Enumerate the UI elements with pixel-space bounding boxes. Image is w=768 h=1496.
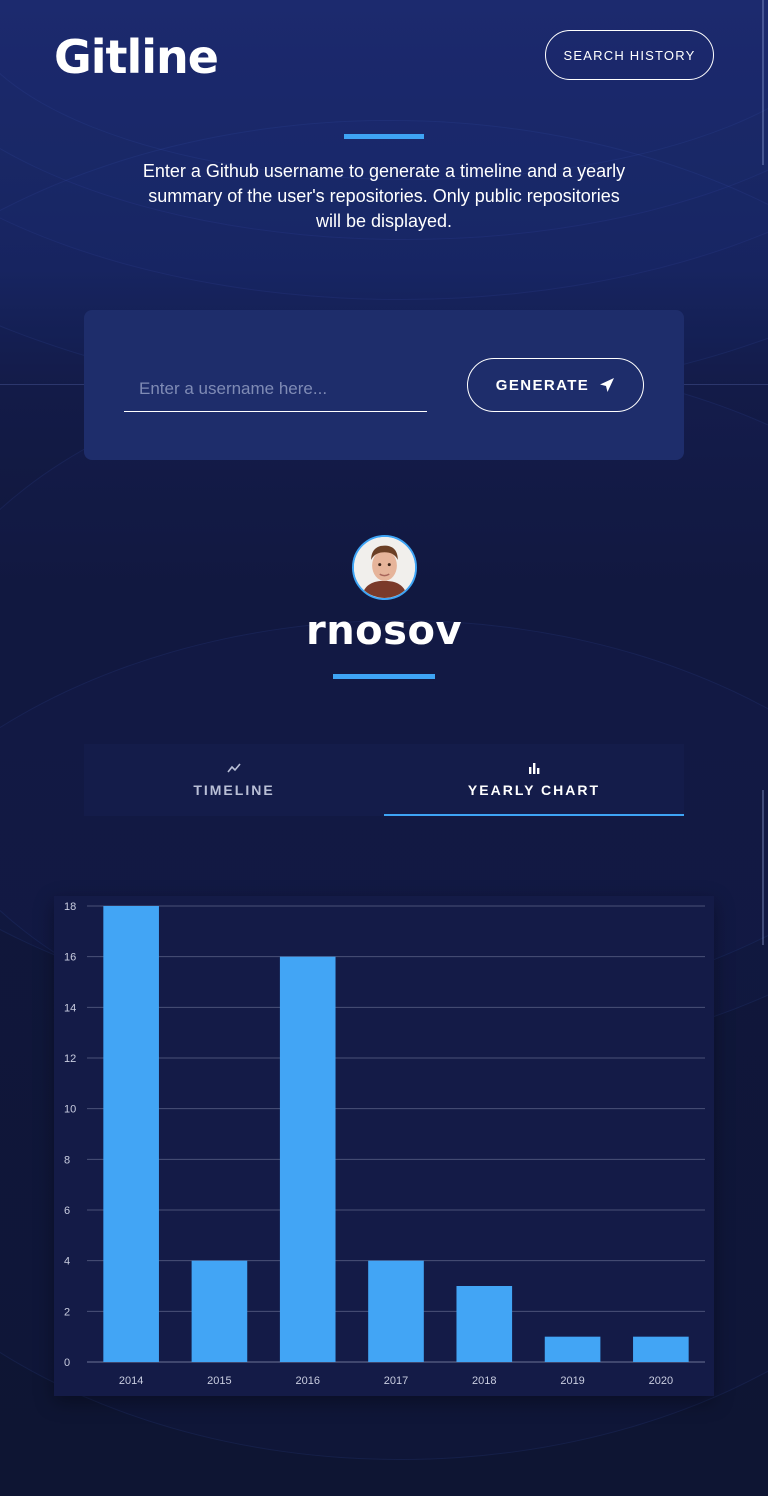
generate-button-label: GENERATE <box>495 376 590 394</box>
chart-bar-2015[interactable] <box>191 1260 248 1362</box>
app-logo[interactable]: Gitline <box>54 30 219 84</box>
y-tick-label: 18 <box>64 901 76 913</box>
x-tick-label: 2018 <box>472 1375 496 1387</box>
y-tick-label: 4 <box>64 1256 70 1268</box>
intro-text: Enter a Github username to generate a ti… <box>142 161 626 231</box>
tab-timeline-label: TIMELINE <box>193 782 275 798</box>
x-tick-label: 2015 <box>207 1375 231 1387</box>
chart-bar-2020[interactable] <box>633 1336 689 1362</box>
yearly-chart: 0 2 4 6 8 10 12 14 16 18 2014 2015 2016 2017 2018 2019 2… <box>54 896 714 1396</box>
chart-bar-2016[interactable] <box>279 956 336 1362</box>
scrollbar-track-mid[interactable] <box>762 790 764 945</box>
paper-plane-icon <box>600 378 615 392</box>
chart-bar-2014[interactable] <box>103 906 159 1362</box>
generate-button[interactable]: GENERATE <box>467 358 644 412</box>
tab-yearly-chart-label: YEARLY CHART <box>467 782 601 798</box>
chart-bar-2017[interactable] <box>368 1260 424 1362</box>
x-tick-label: 2019 <box>560 1375 584 1387</box>
intro-accent-line <box>344 134 424 139</box>
search-history-button[interactable]: SEARCH HISTORY <box>545 30 714 80</box>
y-tick-label: 8 <box>64 1154 70 1166</box>
search-card: GENERATE <box>84 310 684 460</box>
chart-bar-2019[interactable] <box>544 1336 601 1362</box>
user-avatar <box>352 535 417 600</box>
line-chart-icon <box>227 763 241 773</box>
tab-timeline[interactable]: TIMELINE <box>84 744 384 816</box>
y-tick-label: 6 <box>64 1205 70 1217</box>
username-input[interactable] <box>124 366 427 412</box>
scrollbar-track-top[interactable] <box>762 0 764 165</box>
chart-bar-2018[interactable] <box>456 1286 513 1362</box>
x-tick-label: 2016 <box>295 1375 319 1387</box>
x-tick-label: 2014 <box>119 1375 143 1387</box>
y-tick-label: 14 <box>64 1002 76 1014</box>
y-tick-label: 10 <box>64 1104 76 1116</box>
y-tick-label: 2 <box>64 1306 70 1318</box>
y-tick-label: 0 <box>64 1357 70 1369</box>
tab-yearly-chart[interactable]: YEARLY CHART <box>384 744 684 816</box>
username-accent-line <box>333 674 435 679</box>
bar-chart-icon <box>529 763 540 774</box>
x-tick-label: 2020 <box>649 1375 673 1387</box>
view-tabs: TIMELINE YEARLY CHART <box>84 744 684 816</box>
y-tick-label: 12 <box>64 1053 76 1065</box>
username-heading: rnosov <box>305 608 463 654</box>
yearly-chart-svg: 0 2 4 6 8 10 12 14 16 18 2014 2015 2016 2017 2018 2019 2… <box>64 901 705 1387</box>
y-tick-label: 16 <box>64 952 76 964</box>
x-tick-label: 2017 <box>384 1375 408 1387</box>
